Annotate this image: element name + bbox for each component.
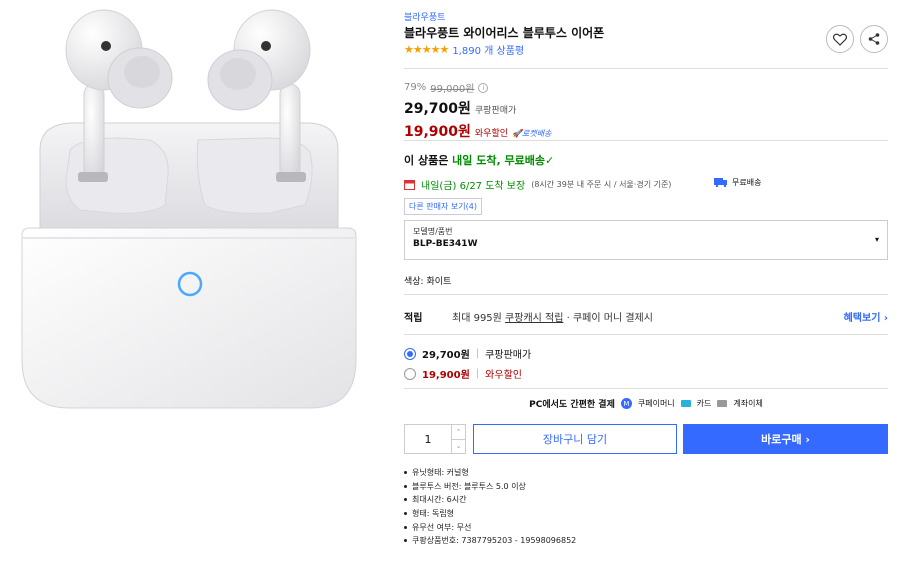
member-price-row: 19,900원 와우할인 🚀로켓배송 [404, 121, 551, 141]
spec-item: 블루투스 버전: 블루투스 5.0 이상 [404, 480, 576, 494]
product-title: 블라우풍트 와이어리스 블루투스 이어폰 [404, 26, 605, 40]
add-to-cart-button[interactable]: 장바구니 담기 [473, 424, 677, 454]
offer-label: 와우할인 [485, 370, 522, 381]
separator: | [475, 348, 480, 359]
divider [404, 68, 888, 69]
price-block: 79% 99,000원 i 29,700원 쿠팡판매가 19,900원 와우할인… [404, 80, 551, 141]
brand-link[interactable]: 블라우풍트 [404, 10, 445, 23]
star-rating: ★★★★★ [404, 43, 449, 56]
decrement-button[interactable]: ⌄ [452, 440, 465, 454]
sale-price-row: 29,700원 쿠팡판매가 [404, 98, 551, 118]
buy-now-button[interactable]: 바로구매 › [683, 424, 888, 454]
rating-row: ★★★★★ 1,890 개 상품평 [404, 42, 524, 57]
bank-label: 계좌이체 [733, 399, 763, 408]
earbuds-illustration [21, 9, 357, 409]
discount-line: 79% 99,000원 i [404, 80, 551, 95]
color-line: 색상: 화이트 [404, 277, 452, 287]
discount-rate: 79% [404, 82, 427, 93]
free-shipping-badge: 무료배송 [714, 177, 761, 188]
arrival-row: 내일(금) 6/27 도착 보장 (8시간 39분 내 주문 시 / 서울⋅경기… [404, 177, 888, 192]
coupay-label: 쿠페이머니 [637, 399, 675, 408]
spec-list: 유닛형태: 커널형 블루투스 버전: 블루투스 5.0 이상 최대시간: 6시간… [404, 466, 576, 548]
divider [404, 334, 888, 335]
offer-price: 19,900원 [422, 370, 470, 381]
free-shipping-label: 무료배송 [732, 178, 762, 187]
divider [404, 140, 888, 141]
separator: | [475, 368, 480, 379]
option-label: 모델명/품번 [413, 227, 453, 236]
chevron-down-icon: ▾ [874, 235, 879, 244]
original-price: 99,000원 [430, 84, 475, 95]
sale-price: 29,700원 [404, 101, 471, 117]
spec-item: 유무선 여부: 무선 [404, 520, 576, 534]
member-price-label: 와우할인 [474, 129, 509, 139]
reward-suffix: · 쿠페이 머니 결제시 [563, 313, 653, 324]
radio-selected[interactable] [404, 347, 416, 360]
rocket-badge: 🚀로켓배송 [512, 129, 552, 138]
delivery-highlight: 내일 도착, 무료배송 [452, 154, 545, 167]
card-label: 카드 [696, 399, 712, 408]
coupang-cash-link[interactable]: 쿠팡캐시 적립 [505, 313, 563, 324]
product-info-panel: 블라우풍트 블라우풍트 와이어리스 블루투스 이어폰 ★★★★★ 1,890 개… [404, 0, 888, 562]
offer-option-sale[interactable]: 29,700원 | 쿠팡판매가 [404, 346, 531, 361]
rocket-label: 로켓배송 [522, 129, 552, 138]
offer-price: 29,700원 [422, 350, 470, 361]
wishlist-button[interactable] [826, 25, 854, 53]
arrival-main: 내일(금) 6/27 도착 보장 [421, 181, 526, 192]
delivery-prefix: 이 상품은 [404, 154, 453, 167]
view-benefits-link[interactable]: 혜택보기 › [844, 309, 888, 324]
product-image[interactable] [0, 0, 385, 420]
reward-text: 최대 995원 쿠팡캐시 적립 · 쿠페이 머니 결제시 [452, 309, 653, 324]
heart-icon [833, 33, 847, 46]
bank-icon [717, 400, 728, 407]
model-option-select[interactable]: 모델명/품번 BLP-BE341W ▾ [404, 220, 888, 260]
share-button[interactable] [860, 25, 888, 53]
reward-prefix: 최대 995원 [452, 313, 506, 324]
arrival-detail: (8시간 39분 내 주문 시 / 서울⋅경기 기준) [531, 180, 672, 189]
share-icon [868, 33, 880, 45]
reward-title: 적립 [404, 313, 423, 324]
other-sellers-button[interactable]: 다른 판매자 보기(4) [404, 198, 482, 215]
calendar-icon [404, 180, 415, 190]
payment-methods: PC에서도 간편한 결제 M 쿠페이머니 카드 계좌이체 [404, 397, 888, 410]
payment-lead: PC에서도 간편한 결제 [529, 400, 615, 410]
check-icon: ✓ [544, 154, 555, 167]
quantity-stepper: ⌃ ⌄ [404, 424, 466, 454]
member-price: 19,900원 [404, 124, 471, 140]
divider [404, 294, 888, 295]
spec-item: 최대시간: 6시간 [404, 493, 576, 507]
quantity-input[interactable] [405, 425, 451, 453]
spec-item: 쿠팡상품번호: 7387795203 - 19598096852 [404, 534, 576, 548]
card-icon [680, 400, 691, 407]
offer-label: 쿠팡판매가 [485, 350, 532, 361]
review-count-link[interactable]: 1,890 개 상품평 [452, 42, 524, 57]
offer-option-member[interactable]: 19,900원 | 와우할인 [404, 366, 522, 381]
reward-row: 적립 최대 995원 쿠팡캐시 적립 · 쿠페이 머니 결제시 혜택보기 › [404, 309, 888, 324]
radio-unselected[interactable] [404, 367, 416, 380]
info-icon[interactable]: i [478, 82, 489, 93]
truck-icon [714, 178, 727, 187]
delivery-headline: 이 상품은 내일 도착, 무료배송✓ [404, 152, 554, 168]
spec-item: 유닛형태: 커널형 [404, 466, 576, 480]
spec-item: 형태: 독립형 [404, 507, 576, 521]
quantity-steps: ⌃ ⌄ [451, 425, 465, 453]
option-value: BLP-BE341W [413, 239, 478, 249]
increment-button[interactable]: ⌃ [452, 425, 465, 440]
divider [404, 388, 888, 389]
sale-price-label: 쿠팡판매가 [474, 106, 517, 116]
coupay-icon: M [620, 398, 632, 409]
